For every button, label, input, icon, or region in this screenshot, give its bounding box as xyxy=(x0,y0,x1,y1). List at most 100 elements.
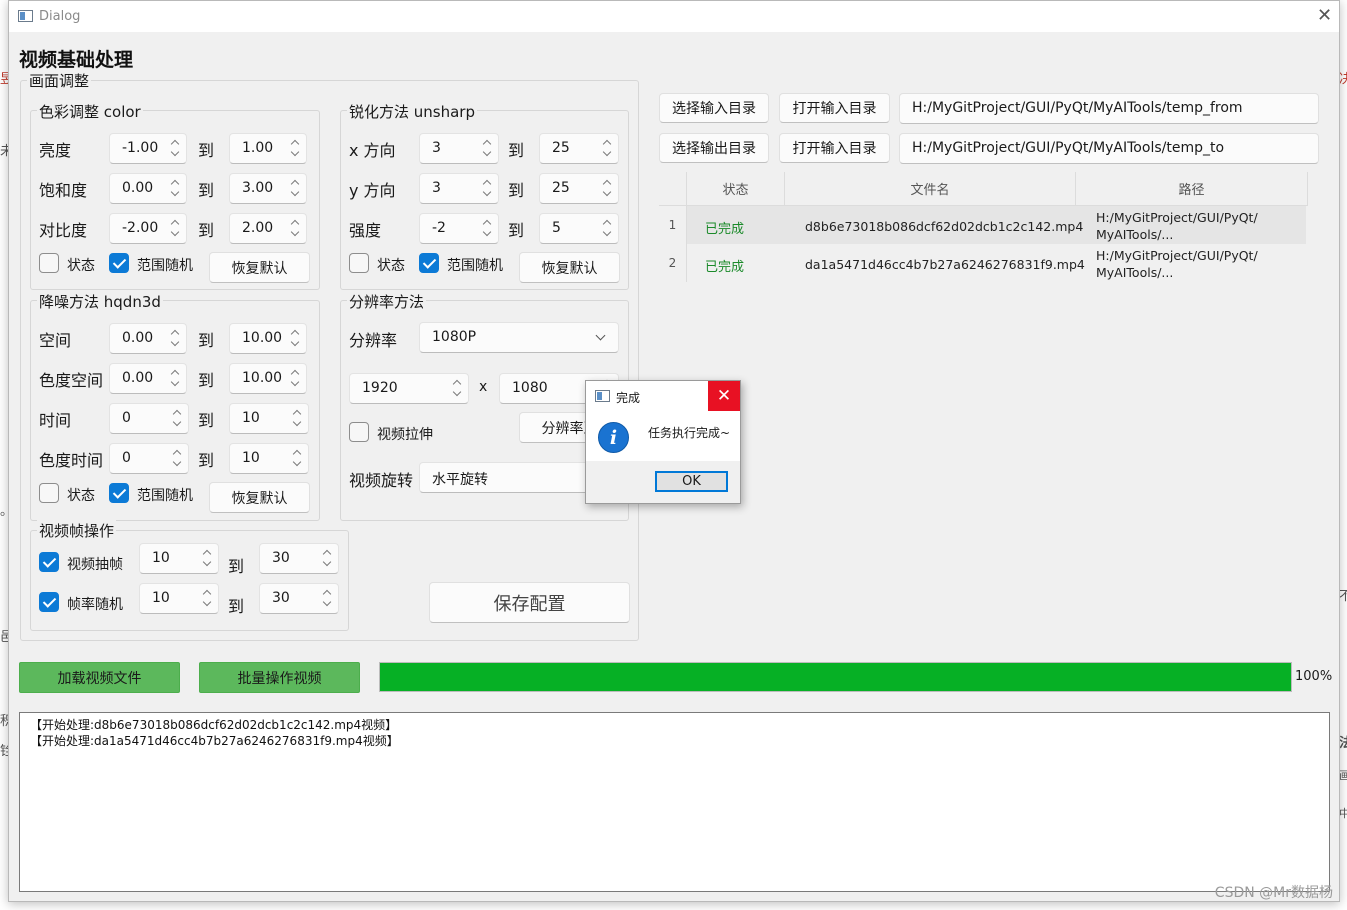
table-header-status[interactable]: 状态 xyxy=(687,172,785,206)
sharpen-strength-max-spinbox[interactable]: 5 xyxy=(539,213,619,244)
sharpen-y-label: y 方向 xyxy=(349,181,396,200)
dialog-title-bar[interactable]: 完成 ✕ xyxy=(586,381,740,411)
open-output-dir-button[interactable]: 打开输入目录 xyxy=(779,133,890,163)
denoise-state-checkbox[interactable] xyxy=(39,483,59,503)
load-video-button[interactable]: 加载视频文件 xyxy=(19,662,180,693)
spin-arrows-icon[interactable] xyxy=(482,217,492,239)
sharpen-x-max-spinbox[interactable]: 25 xyxy=(539,133,619,164)
spin-arrows-icon[interactable] xyxy=(322,587,332,609)
denoise-chroma-time-max-spinbox[interactable]: 10 xyxy=(229,443,309,474)
spin-arrows-icon[interactable] xyxy=(170,367,180,389)
frame-extract-min-spinbox[interactable]: 10 xyxy=(139,543,219,574)
sharpen-y-max-spinbox[interactable]: 25 xyxy=(539,173,619,204)
denoise-space-max-spinbox[interactable]: 10.00 xyxy=(229,323,307,354)
denoise-chroma-time-min-spinbox[interactable]: 0 xyxy=(109,443,189,474)
close-icon[interactable]: ✕ xyxy=(1317,7,1332,25)
title-bar[interactable]: Dialog ✕ xyxy=(9,1,1339,32)
select-input-dir-button[interactable]: 选择输入目录 xyxy=(659,93,769,123)
input-path-field[interactable]: H:/MyGitProject/GUI/PyQt/MyAITools/temp_… xyxy=(899,93,1319,124)
bg-fragment: 不 xyxy=(1339,589,1347,604)
ok-button[interactable]: OK xyxy=(655,471,728,492)
spin-arrows-icon[interactable] xyxy=(202,547,212,569)
stretch-checkbox[interactable] xyxy=(349,422,369,442)
contrast-min-spinbox[interactable]: -2.00 xyxy=(109,213,187,244)
table-cell-filename[interactable]: d8b6e73018b086dcf62d02dcb1c2c142.mp4 xyxy=(805,219,1083,234)
color-reset-button[interactable]: 恢复默认 xyxy=(209,252,310,283)
app-icon xyxy=(595,390,610,402)
denoise-chroma-space-min-spinbox[interactable]: 0.00 xyxy=(109,363,187,394)
spin-arrows-icon[interactable] xyxy=(602,137,612,159)
denoise-random-checkbox[interactable] xyxy=(109,483,129,503)
saturation-min-spinbox[interactable]: 0.00 xyxy=(109,173,187,204)
table-cell-status[interactable]: 已完成 xyxy=(705,218,744,237)
table-row-number[interactable]: 2 xyxy=(659,244,687,282)
spin-arrows-icon[interactable] xyxy=(170,177,180,199)
log-output[interactable]: 【开始处理:d8b6e73018b086dcf62d02dcb1c2c142.m… xyxy=(19,712,1330,892)
sharpen-strength-min-spinbox[interactable]: -2 xyxy=(419,213,499,244)
contrast-max-spinbox[interactable]: 2.00 xyxy=(229,213,307,244)
brightness-max-spinbox[interactable]: 1.00 xyxy=(229,133,307,164)
spin-arrows-icon[interactable] xyxy=(290,177,300,199)
sharpen-reset-button[interactable]: 恢复默认 xyxy=(519,252,620,283)
frame-extract-checkbox[interactable] xyxy=(39,552,59,572)
spin-arrows-icon[interactable] xyxy=(292,447,302,469)
spin-arrows-icon[interactable] xyxy=(452,377,462,399)
width-spinbox[interactable]: 1920 xyxy=(349,373,469,404)
denoise-chroma-space-max-spinbox[interactable]: 10.00 xyxy=(229,363,307,394)
spin-arrows-icon[interactable] xyxy=(290,327,300,349)
open-input-dir-button[interactable]: 打开输入目录 xyxy=(779,93,890,123)
table-cell-path[interactable]: H:/MyGitProject/GUI/PyQt/ xyxy=(1096,248,1258,263)
frame-rate-random-checkbox[interactable] xyxy=(39,592,59,612)
frame-rate-min-spinbox[interactable]: 10 xyxy=(139,583,219,614)
select-output-dir-button[interactable]: 选择输出目录 xyxy=(659,133,769,163)
spin-arrows-icon[interactable] xyxy=(292,407,302,429)
spin-arrows-icon[interactable] xyxy=(170,217,180,239)
spin-arrows-icon[interactable] xyxy=(172,407,182,429)
table-cell-status[interactable]: 已完成 xyxy=(705,256,744,275)
resolution-combo[interactable]: 1080P xyxy=(419,322,619,353)
spin-arrows-icon[interactable] xyxy=(482,137,492,159)
denoise-space-min-spinbox[interactable]: 0.00 xyxy=(109,323,187,354)
table-row-number[interactable]: 1 xyxy=(659,206,687,244)
to-label: 到 xyxy=(228,597,245,616)
spin-arrows-icon[interactable] xyxy=(602,177,612,199)
output-path-field[interactable]: H:/MyGitProject/GUI/PyQt/MyAITools/temp_… xyxy=(899,133,1319,164)
table-header-path[interactable]: 路径 xyxy=(1076,172,1308,206)
table-corner xyxy=(659,172,687,206)
spin-arrows-icon[interactable] xyxy=(322,547,332,569)
table-cell-filename[interactable]: da1a5471d46cc4b7b27a6246276831f9.mp4 xyxy=(805,257,1085,272)
spin-arrows-icon[interactable] xyxy=(482,177,492,199)
brightness-min-spinbox[interactable]: -1.00 xyxy=(109,133,187,164)
denoise-time-min-spinbox[interactable]: 0 xyxy=(109,403,189,434)
denoise-reset-button[interactable]: 恢复默认 xyxy=(209,482,310,513)
spin-arrows-icon[interactable] xyxy=(290,217,300,239)
color-state-checkbox[interactable] xyxy=(39,253,59,273)
save-config-button[interactable]: 保存配置 xyxy=(429,582,630,623)
frame-rate-max-spinbox[interactable]: 30 xyxy=(259,583,339,614)
sharpen-x-min-spinbox[interactable]: 3 xyxy=(419,133,499,164)
sharpen-state-checkbox[interactable] xyxy=(349,253,369,273)
denoise-time-max-spinbox[interactable]: 10 xyxy=(229,403,309,434)
sharpen-random-checkbox[interactable] xyxy=(419,253,439,273)
saturation-max-spinbox[interactable]: 3.00 xyxy=(229,173,307,204)
table-cell-path[interactable]: MyAITools/... xyxy=(1096,265,1173,280)
table-cell-path[interactable]: H:/MyGitProject/GUI/PyQt/ xyxy=(1096,210,1258,225)
spin-arrows-icon[interactable] xyxy=(170,137,180,159)
table-header-filename[interactable]: 文件名 xyxy=(785,172,1076,206)
spin-arrows-icon[interactable] xyxy=(172,447,182,469)
spin-arrows-icon[interactable] xyxy=(602,217,612,239)
frame-extract-max-spinbox[interactable]: 30 xyxy=(259,543,339,574)
color-random-checkbox[interactable] xyxy=(109,253,129,273)
close-icon[interactable]: ✕ xyxy=(708,381,740,411)
denoise-chroma-space-label: 色度空间 xyxy=(39,371,104,390)
spin-arrows-icon[interactable] xyxy=(290,137,300,159)
table-cell-path[interactable]: MyAITools/... xyxy=(1096,227,1173,242)
spin-arrows-icon[interactable] xyxy=(290,367,300,389)
spin-arrows-icon[interactable] xyxy=(202,587,212,609)
dialog-message: 任务执行完成~ xyxy=(648,426,731,440)
sharpen-y-min-spinbox[interactable]: 3 xyxy=(419,173,499,204)
to-label: 到 xyxy=(198,371,215,390)
spin-arrows-icon[interactable] xyxy=(170,327,180,349)
batch-process-button[interactable]: 批量操作视频 xyxy=(199,662,360,693)
to-label: 到 xyxy=(198,451,215,470)
